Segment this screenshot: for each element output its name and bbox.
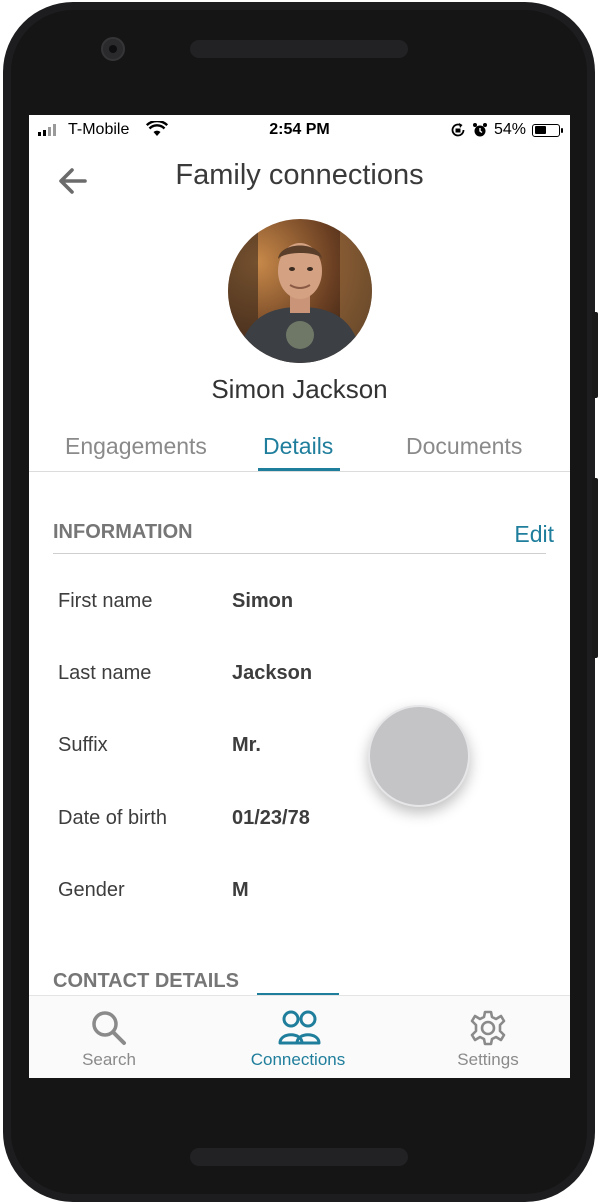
touch-indicator (368, 705, 470, 807)
row-value: Mr. (232, 734, 261, 756)
nav-connections-label: Connections (250, 1050, 346, 1069)
bottom-speaker (190, 1148, 408, 1166)
battery-percent: 54% (493, 121, 526, 138)
active-tab-indicator (258, 468, 340, 471)
edit-button[interactable]: Edit (514, 521, 554, 548)
tab-documents[interactable]: Documents (406, 433, 522, 460)
front-camera (101, 37, 125, 61)
row-label: First name (58, 590, 153, 612)
nav-settings-label: Settings (457, 1050, 519, 1069)
info-row-last-name: Last name Jackson (58, 662, 538, 692)
row-value: Jackson (232, 662, 313, 684)
status-right: 54% (450, 121, 563, 139)
row-value: Simon (232, 590, 294, 612)
info-row-date-of-birth: Date of birth 01/23/78 (58, 807, 538, 837)
tab-bar: Engagements Details Documents (29, 433, 570, 472)
status-bar: T-Mobile 2:54 PM 54% (29, 115, 570, 145)
profile-name: Simon Jackson (211, 374, 388, 404)
avatar-photo (228, 219, 372, 363)
earpiece-speaker (190, 40, 408, 58)
nav-connections[interactable]: Connections (228, 996, 368, 1078)
nav-settings[interactable]: Settings (418, 996, 558, 1078)
info-row-gender: Gender M (58, 879, 538, 909)
orientation-lock-icon (451, 123, 465, 137)
information-header: INFORMATION (53, 521, 546, 554)
avatar (228, 219, 372, 363)
tab-engagements[interactable]: Engagements (65, 433, 207, 460)
row-value: M (232, 879, 249, 901)
app-screen: T-Mobile 2:54 PM 54% Family connections … (29, 115, 570, 1078)
page-title: Family connections (175, 159, 424, 191)
row-label: Suffix (58, 734, 108, 756)
battery-fill (534, 126, 547, 134)
search-icon (92, 1011, 126, 1045)
row-value: 01/23/78 (232, 807, 310, 829)
gear-icon (470, 1010, 506, 1046)
nav-search[interactable]: Search (39, 996, 179, 1078)
tab-details[interactable]: Details (263, 433, 333, 460)
volume-button (592, 312, 598, 398)
info-row-first-name: First name Simon (58, 590, 538, 620)
row-label: Date of birth (58, 807, 167, 829)
contact-details-header: CONTACT DETAILS (53, 970, 239, 992)
power-button (592, 478, 598, 658)
row-label: Last name (58, 662, 152, 684)
bottom-nav: Search Connections Settings (29, 995, 570, 1078)
row-label: Gender (58, 879, 125, 901)
alarm-icon (472, 123, 487, 137)
battery-icon (532, 123, 563, 137)
nav-search-label: Search (82, 1050, 136, 1069)
people-icon (278, 1010, 321, 1045)
